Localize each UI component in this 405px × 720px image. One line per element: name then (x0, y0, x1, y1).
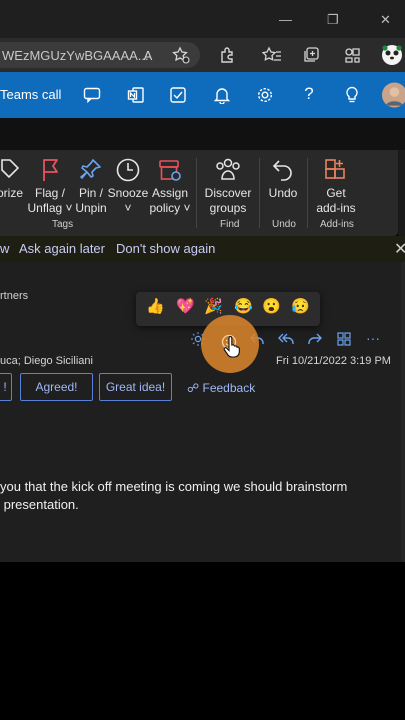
get-addins-button[interactable]: Get add-ins (314, 154, 358, 216)
page-bottom-area (0, 562, 405, 720)
suggested-reply-great-idea[interactable]: Great idea! (99, 373, 172, 401)
ribbon-divider (259, 158, 260, 228)
flag-label: Flag / (34, 186, 65, 200)
groups-icon (214, 154, 242, 186)
snooze-chevron-down-icon: ˅ (124, 201, 132, 215)
discover-label: Discover (204, 186, 252, 200)
read-aloud-icon[interactable]: A (138, 46, 158, 64)
assign-policy-button[interactable]: Assign policy ˅ (149, 154, 191, 216)
discover-groups-button[interactable]: Discover groups (202, 154, 254, 216)
undo-button[interactable]: Undo (266, 154, 300, 201)
unpin-label: Unpin (75, 201, 107, 215)
favorites-icon[interactable] (260, 44, 284, 66)
collections-icon[interactable] (300, 44, 324, 66)
favorite-add-icon[interactable] (170, 45, 192, 65)
minimize-window-button[interactable]: — (279, 12, 292, 27)
ribbon-divider (307, 158, 308, 228)
assign-label: Assign (151, 186, 189, 200)
ribbon-divider (196, 158, 197, 228)
ask-again-later-link[interactable]: Ask again later (19, 241, 105, 256)
clock-icon (115, 154, 141, 186)
suggested-reply-agreed[interactable]: Agreed! (20, 373, 93, 401)
forward-icon[interactable] (305, 329, 325, 349)
pin-unpin-button[interactable]: Pin / Unpin (74, 154, 108, 216)
close-window-button[interactable]: ✕ (380, 12, 391, 28)
url-field[interactable]: WEzMGUzYwBGAAAA... A (0, 42, 200, 68)
suggested-reply-partial[interactable]: ! (0, 373, 12, 401)
onenote-icon[interactable] (124, 84, 148, 106)
groups-label: groups (209, 201, 247, 215)
apps-grid-icon[interactable] (334, 329, 354, 349)
reaction-surprised-icon[interactable]: 😮 (262, 297, 281, 315)
reaction-like-icon[interactable]: 👍 (146, 297, 165, 315)
extensions-icon[interactable] (216, 44, 240, 66)
browser-address-bar: WEzMGUzYwBGAAAA... A (0, 38, 405, 72)
ribbon-scroll-track (398, 150, 405, 236)
notifications-bell-icon[interactable] (210, 84, 234, 106)
group-label-tags: Tags (52, 219, 74, 230)
tag-icon (0, 154, 22, 186)
restore-window-button[interactable]: ❐ (327, 12, 339, 28)
unflag-label: Unflag ˅ (27, 201, 73, 215)
group-label-undo: Undo (272, 219, 296, 230)
reaction-sad-icon[interactable]: 😥 (291, 297, 310, 315)
todo-icon[interactable] (166, 84, 190, 106)
group-label-find: Find (220, 219, 240, 230)
teams-call-label[interactable]: Teams call (0, 87, 61, 102)
window-gap (0, 118, 405, 150)
policy-label: policy ˅ (149, 201, 191, 215)
chat-icon[interactable] (80, 84, 104, 106)
user-avatar[interactable] (380, 79, 405, 111)
snooze-button[interactable]: Snooze ˅ (108, 154, 148, 216)
more-actions-icon[interactable]: ··· (362, 328, 384, 348)
message-date: Fri 10/21/2022 3:19 PM (276, 355, 391, 367)
reading-pane-scrollbar (401, 262, 405, 562)
browser-essentials-icon[interactable] (340, 44, 364, 66)
feedback-link[interactable]: ☍ Feedback (187, 381, 255, 395)
outlook-header-bar: Teams call ? (0, 72, 405, 118)
reaction-celebrate-icon[interactable]: 🎉 (204, 297, 223, 315)
flag-unflag-button[interactable]: Flag / Unflag ˅ (27, 154, 73, 216)
reaction-heart-icon[interactable]: 💖 (176, 297, 195, 315)
profile-avatar-icon[interactable] (380, 42, 404, 68)
group-label-addins: Add-ins (320, 219, 354, 230)
categorize-label: orize (0, 186, 23, 200)
help-icon[interactable]: ? (297, 82, 321, 106)
addins-label: add-ins (316, 201, 356, 215)
recipients-line: uca; Diego Siciliani (0, 355, 93, 367)
get-label: Get (326, 186, 346, 200)
pin-label: Pin / (78, 186, 103, 200)
addins-grid-icon (323, 154, 349, 186)
categorize-button[interactable]: orize (0, 154, 28, 201)
group-name-fragment: rtners (0, 290, 29, 302)
message-body-line1: you that the kick off meeting is coming … (0, 479, 348, 494)
message-body-line2: presentation. (0, 497, 79, 512)
url-text: WEzMGUzYwBGAAAA... (2, 48, 149, 63)
feedback-icon: ☍ (187, 381, 200, 395)
flag-icon (38, 154, 62, 186)
settings-gear-icon[interactable] (253, 84, 277, 106)
undo-arrow-icon (271, 154, 295, 186)
ribbon-toolbar: orize Flag / Unflag ˅ Pin / Unpin Snooze… (0, 150, 398, 236)
undo-label: Undo (268, 186, 298, 200)
notification-link-partial[interactable]: w (0, 241, 9, 256)
snooze-label: Snooze (107, 186, 149, 200)
hand-cursor-icon (222, 335, 242, 359)
policy-icon (157, 154, 183, 186)
close-notification-icon[interactable]: ✕ (394, 239, 405, 259)
pin-icon (79, 154, 103, 186)
dont-show-again-link[interactable]: Don't show again (116, 241, 215, 256)
tips-lightbulb-icon[interactable] (340, 84, 364, 106)
reply-all-icon[interactable] (276, 329, 296, 349)
notification-bar: w Ask again later Don't show again ✕ (0, 236, 405, 262)
browser-tab-strip: — ❐ ✕ (0, 0, 405, 38)
reaction-laugh-icon[interactable]: 😂 (234, 297, 253, 315)
